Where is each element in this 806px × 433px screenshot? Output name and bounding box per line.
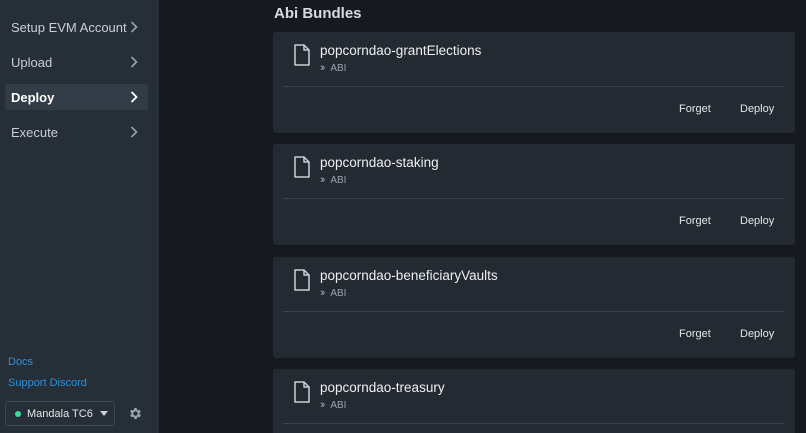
file-icon [293,44,311,66]
network-label: Mandala TC6 [27,407,93,420]
sidebar-item-label: Execute [11,124,58,140]
bundle-type: ›› ABI [320,62,346,74]
bundle-type-label: ABI [330,62,347,74]
bundle-card: popcorndao-beneficiaryVaults ›› ABI Forg… [273,257,795,358]
gear-icon[interactable] [128,406,143,421]
bundle-card: popcorndao-treasury ›› ABI [273,369,795,433]
deploy-button[interactable]: Deploy [740,328,774,340]
bundle-card: popcorndao-staking ›› ABI Forget Deploy [273,144,795,245]
divider [283,86,785,87]
sidebar-item-label: Setup EVM Account [11,19,127,35]
file-icon [293,381,311,403]
bundle-name: popcorndao-beneficiaryVaults [320,268,498,283]
page-title: Abi Bundles [274,5,362,22]
bundle-name: popcorndao-treasury [320,380,445,395]
bundle-name: popcorndao-grantElections [320,43,482,58]
file-icon [293,269,311,291]
chevron-right-icon [130,125,140,139]
deploy-button[interactable]: Deploy [740,103,774,115]
bundle-name: popcorndao-staking [320,155,439,170]
forget-button[interactable]: Forget [679,215,711,227]
sidebar-item-upload[interactable]: Upload [5,49,148,75]
docs-link[interactable]: Docs [8,356,33,368]
divider [283,198,785,199]
support-discord-link[interactable]: Support Discord [8,377,87,389]
sidebar-item-setup-evm-account[interactable]: Setup EVM Account [5,14,148,40]
sidebar-item-execute[interactable]: Execute [5,119,148,145]
bundle-card: popcorndao-grantElections ›› ABI Forget … [273,32,795,133]
double-chevron-icon: ›› [320,174,326,186]
network-status-dot [15,410,21,417]
chevron-right-icon [130,55,140,69]
chevron-right-icon [130,90,140,104]
deploy-button[interactable]: Deploy [740,215,774,227]
main-content: Abi Bundles popcorndao-grantElections ››… [159,0,806,433]
double-chevron-icon: ›› [320,399,326,411]
bundle-type: ›› ABI [320,399,346,411]
forget-button[interactable]: Forget [679,328,711,340]
sidebar-item-deploy[interactable]: Deploy [5,84,148,110]
bundle-type: ›› ABI [320,287,346,299]
sidebar: Setup EVM Account Upload Deploy Execute … [0,0,159,433]
divider [283,423,785,424]
forget-button[interactable]: Forget [679,103,711,115]
caret-down-icon [100,411,108,416]
sidebar-item-label: Upload [11,54,53,70]
bundle-type-label: ABI [330,399,347,411]
double-chevron-icon: ›› [320,62,326,74]
file-icon [293,156,311,178]
network-select[interactable]: Mandala TC6 [5,401,115,426]
divider [283,311,785,312]
bundle-type: ›› ABI [320,174,346,186]
double-chevron-icon: ›› [320,287,326,299]
bundle-type-label: ABI [330,287,347,299]
chevron-right-icon [130,20,140,34]
sidebar-item-label: Deploy [11,89,55,105]
app-window: Setup EVM Account Upload Deploy Execute … [0,0,806,433]
bundle-type-label: ABI [330,174,347,186]
